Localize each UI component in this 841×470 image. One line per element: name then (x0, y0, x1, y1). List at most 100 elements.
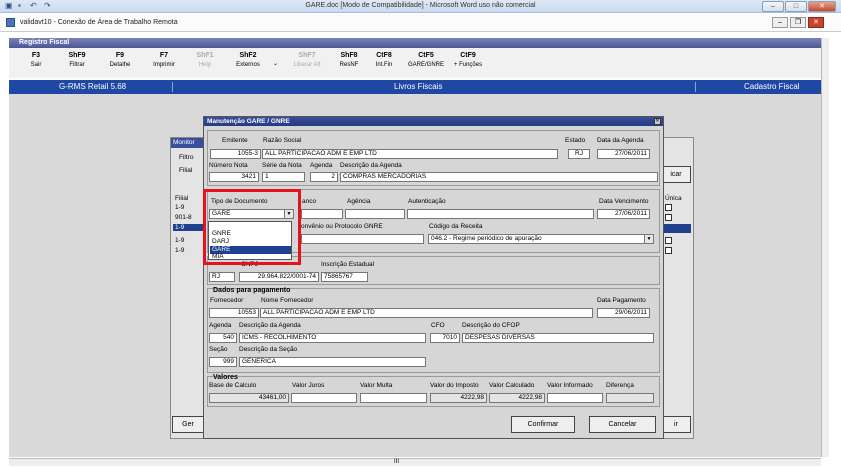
emitente-field[interactable]: 1055-3 (210, 149, 261, 159)
numero-nota-field[interactable]: 3421 (209, 172, 259, 182)
informado-field[interactable] (547, 393, 603, 403)
fkey-detalhe-button[interactable]: F9 Detalhe (98, 52, 142, 68)
rdp-window-title: validavt10 - Conexão de Área de Trabalho… (20, 19, 178, 26)
minimize-icon[interactable]: – (762, 1, 784, 12)
dialog-close-icon[interactable]: ✕ (654, 118, 661, 125)
sair-button[interactable]: ir (661, 416, 691, 433)
fornecedor-label: Fornecedor (210, 297, 244, 304)
status-bar: G-RMS Retail 5.68 Livros Fiscais Cadastr… (9, 80, 821, 94)
fkey-intfin-button[interactable]: CtF8 Int.Fin (362, 52, 406, 68)
maximize-icon[interactable]: □ (785, 1, 807, 12)
agencia-label: Agência (347, 198, 371, 205)
fkey-sair-button[interactable]: F3 Sair (14, 52, 58, 68)
desc-agenda2-field[interactable]: ICMS - RECOLHIMENTO (239, 333, 426, 343)
nome-fornecedor-field[interactable]: ALL PARTICIPACAO ADM E EMP LTD (260, 308, 593, 318)
filtro-label: Filtro (179, 154, 194, 161)
secao-field[interactable]: 999 (209, 357, 237, 367)
convenio-field[interactable] (301, 234, 424, 244)
fkey-label: Int.Fin (375, 62, 393, 68)
fkey-code: ShF2 (239, 52, 257, 59)
autenticacao-field[interactable] (407, 209, 594, 219)
razao-field[interactable]: ALL PARTICIPACAO ADM E EMP LTD (262, 149, 558, 159)
ger-button[interactable]: Ger (172, 416, 204, 433)
function-key-toolbar: F3 Sair ShF9 Filtrar F9 Detalhe F7 Imprimir … (9, 48, 821, 78)
selected-row-band (661, 224, 691, 233)
vertical-scrollbar[interactable] (821, 38, 829, 457)
diferenca-field[interactable] (606, 393, 654, 403)
data-agenda-field[interactable]: 27/06/2011 (597, 149, 650, 159)
multa-field[interactable] (360, 393, 427, 403)
fkey-code: F7 (159, 52, 169, 59)
fornecedor-field[interactable]: 10553 (209, 308, 259, 318)
chevron-down-icon[interactable]: ▼ (644, 235, 653, 243)
rdp-icon (6, 18, 15, 27)
close-icon[interactable]: ✕ (808, 1, 836, 12)
data-venc-field[interactable]: 27/06/2011 (597, 209, 650, 219)
fkey-help-button[interactable]: ShF1 Help (183, 52, 227, 68)
agenda2-field[interactable]: 540 (209, 333, 237, 343)
fkey-code: F9 (115, 52, 125, 59)
imposto-field[interactable]: 4222,98 (430, 393, 487, 403)
data-pagamento-field[interactable]: 29/06/2011 (597, 308, 650, 318)
unica-checkbox[interactable] (665, 247, 672, 254)
fkey-filtrar-button[interactable]: ShF9 Filtrar (55, 52, 99, 68)
desc-cfop-field[interactable]: DESPESAS DIVERSAS (462, 333, 654, 343)
cod-receita-select[interactable]: 046.2 - Regime periódico de apuração ▼ (428, 234, 654, 244)
fkey-label: Imprimir (153, 62, 175, 68)
highlight-annotation (203, 189, 301, 265)
dropdown-arrow-icon[interactable]: ⌄ (273, 60, 278, 67)
estado-label: Estado (565, 137, 586, 144)
valores-title: Valores (213, 374, 238, 381)
serie-field[interactable]: 1 (262, 172, 305, 182)
fkey-code: CtF5 (418, 52, 434, 59)
aplicar-button[interactable]: icar (661, 166, 691, 183)
unica-checkbox[interactable] (665, 214, 672, 221)
calculado-field[interactable]: 4222,98 (489, 393, 545, 403)
base-field[interactable]: 43461,00 (209, 393, 289, 403)
fkey-label: Sair (30, 62, 42, 68)
agenda-field[interactable]: 2 (310, 172, 338, 182)
estado-field[interactable]: RJ (568, 149, 590, 159)
ie-field[interactable]: 75865767 (321, 272, 368, 282)
horizontal-scrollbar[interactable]: III (9, 458, 821, 466)
cnpj-field[interactable]: 29.964.822/0001-74 (239, 272, 319, 282)
gare-gnre-dialog: Manutenção GARE / GNRE ✕ Emitente 1055-3… (203, 116, 664, 439)
fkey-label: Liberar Alt (293, 62, 321, 68)
serie-label: Série da Nota (262, 162, 302, 169)
table-row[interactable]: 901-8 (175, 214, 192, 221)
fkey-gare-gnre-button[interactable]: CtF5 GARE/GNRE (404, 52, 448, 68)
banco-field[interactable] (301, 209, 343, 219)
cancel-button[interactable]: Cancelar (589, 416, 656, 433)
base-label: Base de Calculo (209, 382, 257, 389)
separator (695, 82, 696, 92)
imposto-label: Valor do Imposto (430, 382, 479, 389)
rdp-close-icon[interactable]: ✕ (808, 17, 824, 28)
unica-checkbox[interactable] (665, 237, 672, 244)
confirm-button[interactable]: Confirmar (511, 416, 575, 433)
nome-fornecedor-label: Nome Fornecedor (261, 297, 314, 304)
cod-receita-label: Código da Receita (429, 223, 483, 230)
fkey-externos-button[interactable]: ShF2 Externos (226, 52, 270, 68)
fkey-mais-funcoes-button[interactable]: CtF9 + Funções (446, 52, 490, 68)
table-row[interactable]: 1-9 (175, 204, 184, 211)
desc-secao-field[interactable]: GENERICA (239, 357, 426, 367)
numero-nota-label: Número Nota (209, 162, 248, 169)
informado-label: Valor Informado (547, 382, 593, 389)
fkey-imprimir-button[interactable]: F7 Imprimir (142, 52, 186, 68)
agencia-field[interactable] (345, 209, 405, 219)
juros-field[interactable] (291, 393, 357, 403)
convenio-label: onvênio ou Protocolo GNRE (301, 223, 383, 230)
table-row[interactable]: 1-9 (175, 247, 184, 254)
uf-field[interactable]: RJ (209, 272, 235, 282)
unica-checkbox[interactable] (665, 204, 672, 211)
table-row[interactable]: 1-9 (175, 237, 184, 244)
desc-agenda-field[interactable]: COMPRAS MERCADORIAS (340, 172, 658, 182)
col-filial-header: Filial (175, 195, 189, 202)
scroll-grip-icon[interactable]: III (394, 459, 399, 465)
rdp-restore-icon[interactable]: ❐ (790, 17, 806, 28)
separator (172, 82, 173, 92)
fkey-liberar-alt-button[interactable]: ShF7 Liberar Alt (285, 52, 329, 68)
cfo-field[interactable]: 7010 (430, 333, 460, 343)
rdp-minimize-icon[interactable]: – (772, 17, 788, 28)
table-row[interactable]: 1-9 (173, 224, 205, 231)
